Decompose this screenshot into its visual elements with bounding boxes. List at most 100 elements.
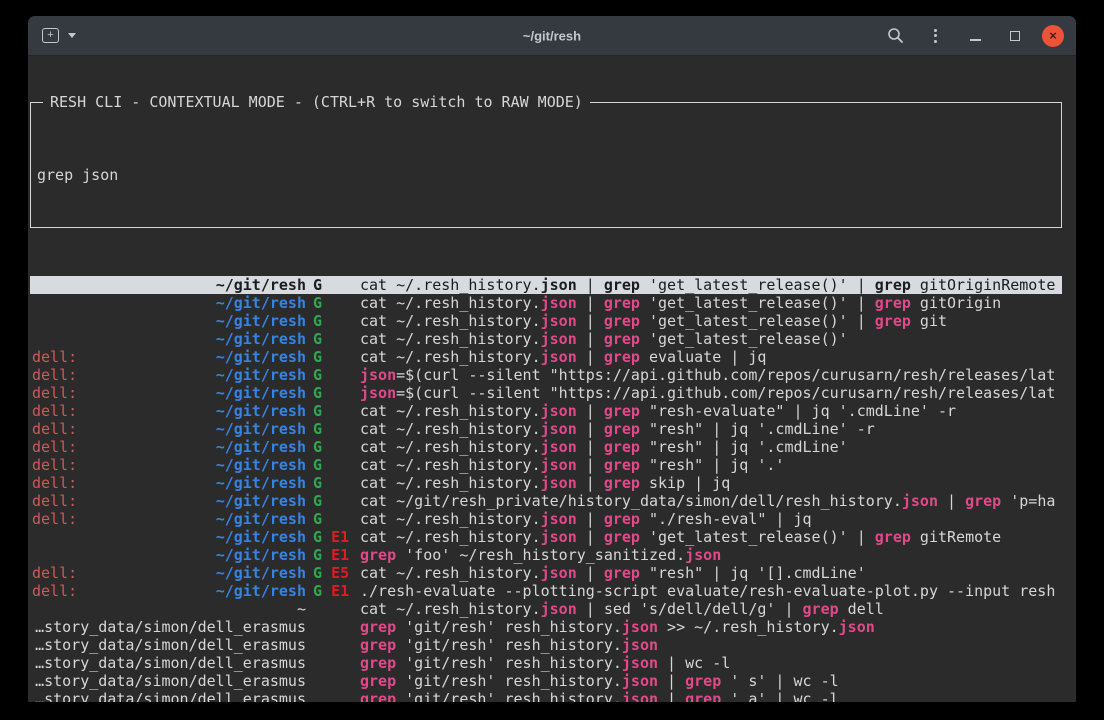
history-row[interactable]: dell:~/git/reshGjson=$(curl --silent "ht… — [30, 384, 1062, 402]
command-text: cat ~/.resh_history.json | grep "resh" |… — [360, 438, 1062, 456]
command-text: grep 'git/resh' resh_history.json | grep… — [360, 672, 1062, 690]
history-row[interactable]: …story_data/simon/dell_erasmusgrep 'git/… — [30, 654, 1062, 672]
git-flag: G — [313, 492, 322, 510]
location-cell: ~/git/resh — [32, 276, 306, 294]
command-text: cat ~/.resh_history.json | sed 's/dell/d… — [360, 600, 1062, 618]
search-query-input[interactable]: grep json — [37, 166, 1053, 184]
menu-button[interactable] — [922, 23, 948, 49]
pwd-label: ~/git/resh — [216, 312, 306, 330]
host-label: dell: — [32, 492, 77, 510]
location-cell: ~/git/resh — [32, 528, 306, 546]
history-row[interactable]: dell:~/git/reshGjson=$(curl --silent "ht… — [30, 366, 1062, 384]
location-cell: ~/git/resh — [32, 312, 306, 330]
pwd-label: …story_data/simon/dell_erasmus — [35, 654, 306, 672]
command-text: grep 'foo' ~/resh_history_sanitized.json — [360, 546, 1062, 564]
command-text: cat ~/.resh_history.json | grep "resh" |… — [360, 456, 1062, 474]
git-flag: G — [313, 402, 322, 420]
history-row[interactable]: …story_data/simon/dell_erasmusgrep 'git/… — [30, 636, 1062, 654]
history-row[interactable]: …story_data/simon/dell_erasmusgrep 'git/… — [30, 618, 1062, 636]
location-cell: dell:~/git/resh — [32, 474, 306, 492]
history-row[interactable]: ~/git/reshG E1grep 'foo' ~/resh_history_… — [30, 546, 1062, 564]
command-text: ./resh-evaluate --plotting-script evalua… — [360, 582, 1062, 600]
location-cell: …story_data/simon/dell_erasmus — [32, 672, 306, 690]
history-row[interactable]: …story_data/simon/dell_erasmus grep 'git/… — [30, 672, 1062, 690]
pwd-label: ~/git/resh — [216, 384, 306, 402]
location-cell: …story_data/simon/dell_erasmus — [32, 654, 306, 672]
pwd-label: …story_data/simon/dell_erasmus — [35, 672, 306, 690]
command-text: cat ~/.resh_history.json | grep "resh-ev… — [360, 402, 1062, 420]
restore-icon — [1010, 31, 1020, 41]
history-row[interactable]: dell:~/git/resh Gcat ~/.resh_history.json… — [30, 456, 1062, 474]
command-text: cat ~/.resh_history.json | grep 'get_lat… — [360, 294, 1062, 312]
pwd-label: ~/git/resh — [216, 582, 306, 600]
history-row[interactable]: dell:~/git/reshGcat ~/.resh_history.json… — [30, 510, 1062, 528]
history-row[interactable]: dell:~/git/reshGcat ~/git/resh_private/h… — [30, 492, 1062, 510]
host-label: dell: — [32, 438, 77, 456]
pwd-label: …story_data/simon/dell_erasmus — [35, 618, 306, 636]
search-icon — [887, 27, 904, 44]
pwd-label: ~/git/resh — [216, 564, 306, 582]
flags-cell — [306, 636, 360, 654]
history-row[interactable]: dell:~/git/reshGcat ~/.resh_history.json… — [30, 420, 1062, 438]
pwd-label: ~/git/resh — [216, 492, 306, 510]
host-label: dell: — [32, 474, 77, 492]
exit-status-flag: E1 — [331, 528, 349, 546]
command-text: cat ~/.resh_history.json | grep "./resh-… — [360, 510, 1062, 528]
flags-cell: G — [306, 402, 360, 420]
history-row[interactable]: dell:~/git/resh Gcat ~/.resh_history.json… — [30, 438, 1062, 456]
flags-cell: G E1 — [306, 528, 360, 546]
headerbar-right: × — [882, 23, 1064, 49]
pwd-label: ~/git/resh — [216, 528, 306, 546]
history-row[interactable]: ~/git/reshGcat ~/.resh_history.json | gr… — [30, 276, 1062, 294]
history-row[interactable]: ~/git/reshG E1cat ~/.resh_history.json |… — [30, 528, 1062, 546]
host-label: dell: — [32, 384, 77, 402]
flags-cell: G — [306, 420, 360, 438]
new-tab-button[interactable]: + — [42, 28, 76, 43]
location-cell: dell: ~/git/resh — [32, 384, 306, 402]
flags-cell — [306, 600, 360, 618]
flags-cell: G — [306, 492, 360, 510]
history-row[interactable]: ~/git/reshGcat ~/.resh_history.json | gr… — [30, 330, 1062, 348]
host-label: dell: — [32, 366, 77, 384]
flags-cell — [306, 654, 360, 672]
close-button[interactable]: × — [1042, 25, 1064, 47]
restore-button[interactable] — [1002, 23, 1028, 49]
history-row[interactable]: dell:~/git/reshGcat ~/.resh_history.json… — [30, 402, 1062, 420]
exit-status-flag: E5 — [331, 564, 349, 582]
history-row[interactable]: dell:~/git/reshGcat ~/.resh_history.json… — [30, 348, 1062, 366]
location-cell: dell:~/git/resh — [32, 456, 306, 474]
host-label: dell: — [32, 510, 77, 528]
history-row[interactable]: ~/git/reshGcat ~/.resh_history.json | gr… — [30, 312, 1062, 330]
history-row[interactable]: ~cat ~/.resh_history.json | sed 's/dell/… — [30, 600, 1062, 618]
history-row[interactable]: dell:~/git/reshG E5cat ~/.resh_history.j… — [30, 564, 1062, 582]
command-text: cat ~/.resh_history.json | grep 'get_lat… — [360, 330, 1062, 348]
location-cell: dell:~/git/resh — [32, 438, 306, 456]
kebab-menu-icon — [934, 29, 937, 43]
headerbar: + ~/git/resh × — [28, 16, 1076, 56]
git-flag: G — [313, 348, 322, 366]
pwd-label: …story_data/simon/dell_erasmus — [35, 690, 306, 702]
command-text: json=$(curl --silent "https://api.github… — [360, 366, 1062, 384]
history-row[interactable]: dell:~/git/reshG E1./resh-evaluate --plo… — [30, 582, 1062, 600]
flags-cell: G — [306, 312, 360, 330]
host-label: dell: — [32, 582, 77, 600]
headerbar-left: + — [42, 28, 76, 43]
flags-cell: G E5 — [306, 564, 360, 582]
host-label: dell: — [32, 564, 77, 582]
history-row[interactable]: ~/git/reshGcat ~/.resh_history.json | gr… — [30, 294, 1062, 312]
flags-cell: G — [306, 366, 360, 384]
history-row[interactable]: …story_data/simon/dell_erasmusgrep 'git/… — [30, 690, 1062, 702]
history-row[interactable]: dell:~/git/reshGcat ~/.resh_history.json… — [30, 474, 1062, 492]
minimize-button[interactable] — [962, 23, 988, 49]
search-button[interactable] — [882, 23, 908, 49]
flags-cell: G — [306, 276, 360, 294]
pwd-label: ~/git/resh — [216, 402, 306, 420]
git-flag: G — [313, 438, 322, 456]
git-flag: G — [313, 564, 322, 582]
git-flag: G — [313, 456, 322, 474]
pwd-label: …story_data/simon/dell_erasmus — [35, 636, 306, 654]
command-text: cat ~/.resh_history.json | grep "resh" |… — [360, 420, 1062, 438]
flags-cell — [306, 672, 360, 690]
command-text: cat ~/.resh_history.json | grep 'get_lat… — [360, 528, 1062, 546]
close-icon: × — [1049, 29, 1057, 42]
